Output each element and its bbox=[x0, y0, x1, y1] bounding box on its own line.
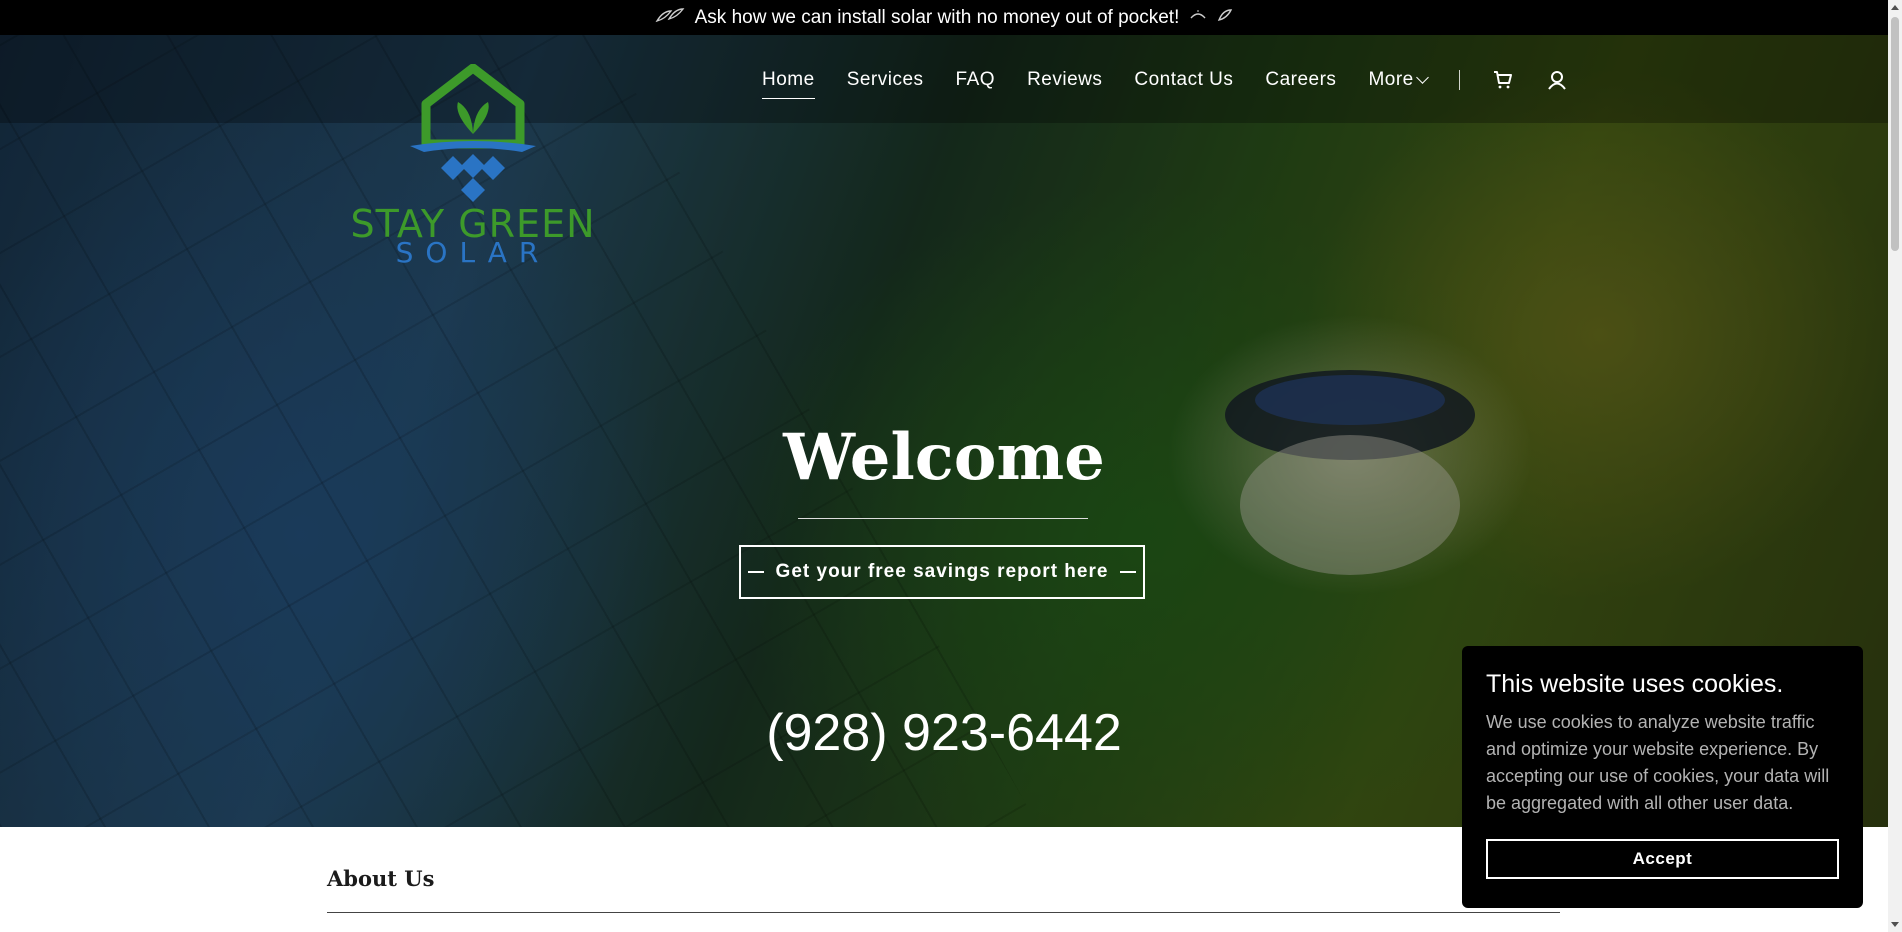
nav-divider bbox=[1458, 70, 1460, 90]
logo[interactable]: STAY GREEN SOLAR bbox=[326, 64, 620, 269]
nav-faq[interactable]: FAQ bbox=[956, 69, 996, 91]
sun-icon bbox=[1189, 9, 1207, 27]
about-us-heading: About Us bbox=[327, 866, 435, 891]
cookie-body: We use cookies to analyze website traffi… bbox=[1486, 712, 1830, 813]
scroll-up-arrow-icon[interactable] bbox=[1891, 5, 1899, 10]
leaf-icon bbox=[1217, 8, 1233, 27]
hero-title: Welcome bbox=[783, 420, 1105, 495]
scrollbar-thumb[interactable] bbox=[1891, 17, 1899, 251]
chevron-down-icon bbox=[1415, 71, 1429, 84]
house-leaf-logo-icon bbox=[410, 64, 536, 202]
hero-title-underline bbox=[798, 518, 1088, 519]
cookie-banner: This website uses cookies. We use cookie… bbox=[1462, 646, 1863, 908]
nav-more-dropdown[interactable]: More bbox=[1368, 69, 1429, 91]
nav-reviews[interactable]: Reviews bbox=[1027, 69, 1102, 91]
cta-label: Get your free savings report here bbox=[775, 561, 1109, 582]
cookie-title: This website uses cookies. bbox=[1486, 670, 1784, 698]
announcement-text: Ask how we can install solar with no mon… bbox=[694, 6, 1180, 28]
logo-text-solar: SOLAR bbox=[395, 236, 551, 269]
cta-dash-left bbox=[747, 571, 764, 573]
nav-careers[interactable]: Careers bbox=[1265, 69, 1336, 91]
cta-dash-right bbox=[1120, 571, 1137, 573]
page-scrollbar[interactable] bbox=[1888, 0, 1902, 932]
main-navigation: Home Services FAQ Reviews Contact Us Car… bbox=[762, 64, 1568, 99]
nav-home[interactable]: Home bbox=[762, 69, 815, 99]
about-divider bbox=[327, 912, 1560, 913]
accept-cookies-button[interactable]: Accept bbox=[1486, 839, 1839, 879]
nav-services[interactable]: Services bbox=[847, 69, 924, 91]
cart-icon[interactable] bbox=[1492, 69, 1514, 91]
nav-contact-us[interactable]: Contact Us bbox=[1134, 69, 1233, 91]
free-savings-report-button[interactable]: Get your free savings report here bbox=[739, 545, 1145, 599]
account-icon[interactable] bbox=[1546, 69, 1568, 91]
announcement-bar: Ask how we can install solar with no mon… bbox=[0, 0, 1888, 35]
scroll-down-arrow-icon[interactable] bbox=[1891, 922, 1899, 927]
leaf-icon bbox=[655, 7, 685, 28]
nav-more-label: More bbox=[1368, 69, 1414, 90]
